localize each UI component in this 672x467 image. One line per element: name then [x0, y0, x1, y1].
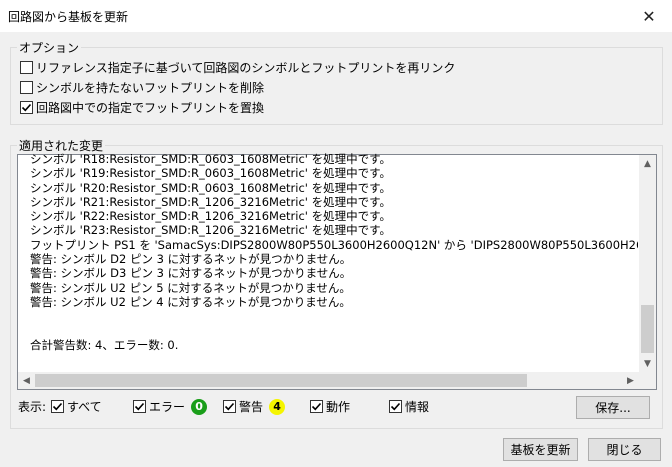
- option-replace-footprints-checkbox[interactable]: [20, 101, 33, 114]
- close-button[interactable]: 閉じる: [588, 438, 661, 461]
- log-line-warning: 警告: シンボル U2 ピン 4 に対するネットが見つかりません。: [30, 294, 351, 309]
- scroll-left-arrow-icon[interactable]: ◀: [18, 372, 35, 389]
- log-line-warning: 警告: シンボル D3 ピン 3 に対するネットが見つかりません。: [30, 266, 352, 281]
- log-line: シンボル 'R22:Resistor_SMD:R_1206_3216Metric…: [30, 209, 391, 224]
- checkmark-icon: [224, 402, 235, 411]
- checkmark-icon: [311, 402, 322, 411]
- filter-action-checkbox[interactable]: [310, 400, 323, 413]
- option-delete-footprints-label: シンボルを持たないフットプリントを削除: [36, 81, 265, 95]
- title-bar: 回路図から基板を更新 ✕: [0, 0, 672, 32]
- save-button[interactable]: 保存...: [576, 396, 650, 419]
- scroll-right-arrow-icon[interactable]: ▶: [622, 372, 639, 389]
- filter-warning-checkbox[interactable]: [223, 400, 236, 413]
- filter-info[interactable]: 情報: [389, 398, 429, 415]
- log-line: シンボル 'R19:Resistor_SMD:R_0603_1608Metric…: [30, 166, 391, 181]
- log-line-warning: 警告: シンボル D2 ピン 3 に対するネットが見つかりません。: [30, 252, 352, 267]
- checkmark-icon: [52, 402, 63, 411]
- display-label: 表示:: [18, 400, 47, 414]
- log-summary: 合計警告数: 4、エラー数: 0.: [30, 338, 179, 353]
- horizontal-scroll-thumb[interactable]: [35, 374, 527, 387]
- log-line: シンボル 'R20:Resistor_SMD:R_0603_1608Metric…: [30, 180, 391, 195]
- close-icon[interactable]: ✕: [626, 0, 672, 32]
- filter-error[interactable]: エラー 0: [133, 398, 208, 415]
- filter-action-label: 動作: [326, 400, 351, 414]
- window-title: 回路図から基板を更新: [8, 10, 129, 24]
- filter-all-checkbox[interactable]: [51, 400, 64, 413]
- option-delete-footprints-checkbox[interactable]: [20, 81, 33, 94]
- update-board-button[interactable]: 基板を更新: [503, 438, 578, 461]
- log-lines: シンボル 'R18:Resistor_SMD:R_0603_1608Metric…: [30, 152, 638, 371]
- scrollbar-corner: [639, 372, 656, 389]
- filter-info-label: 情報: [405, 400, 430, 414]
- scroll-down-arrow-icon[interactable]: ▼: [639, 355, 656, 372]
- option-replace-footprints-label: 回路図中での指定でフットプリントを置換: [36, 101, 265, 115]
- changes-log[interactable]: シンボル 'R18:Resistor_SMD:R_0603_1608Metric…: [17, 152, 657, 390]
- option-relink-row[interactable]: リファレンス指定子に基づいて回路図のシンボルとフットプリントを再リンク: [20, 59, 455, 76]
- option-relink-label: リファレンス指定子に基づいて回路図のシンボルとフットプリントを再リンク: [36, 61, 456, 75]
- error-count-badge: 0: [191, 398, 208, 415]
- checkmark-icon: [21, 103, 32, 112]
- filter-action[interactable]: 動作: [310, 398, 350, 415]
- checkmark-icon: [390, 402, 401, 411]
- vertical-scrollbar[interactable]: ▲ ▼: [639, 155, 656, 372]
- log-line: シンボル 'R21:Resistor_SMD:R_1206_3216Metric…: [30, 194, 391, 209]
- option-relink-checkbox[interactable]: [20, 61, 33, 74]
- filter-all[interactable]: すべて: [51, 398, 102, 415]
- log-line: シンボル 'R23:Resistor_SMD:R_1206_3216Metric…: [30, 223, 391, 238]
- filter-warning-label: 警告: [239, 400, 264, 414]
- checkmark-icon: [134, 402, 145, 411]
- scroll-up-arrow-icon[interactable]: ▲: [639, 155, 656, 172]
- log-line: フットプリント PS1 を 'SamacSys:DIPS2800W80P550L…: [30, 237, 638, 252]
- filter-error-label: エラー: [149, 400, 186, 414]
- log-line-warning: 警告: シンボル U2 ピン 5 に対するネットが見つかりません。: [30, 280, 351, 295]
- filter-info-checkbox[interactable]: [389, 400, 402, 413]
- option-delete-footprints-row[interactable]: シンボルを持たないフットプリントを削除: [20, 79, 264, 96]
- filter-error-checkbox[interactable]: [133, 400, 146, 413]
- warning-count-badge: 4: [269, 398, 286, 415]
- log-line: シンボル 'R18:Resistor_SMD:R_0603_1608Metric…: [30, 152, 391, 166]
- horizontal-scrollbar[interactable]: ◀ ▶: [18, 372, 639, 389]
- vertical-scroll-thumb[interactable]: [641, 305, 654, 353]
- option-replace-footprints-row[interactable]: 回路図中での指定でフットプリントを置換: [20, 99, 264, 116]
- options-group-label: オプション: [17, 39, 82, 56]
- filter-warning[interactable]: 警告 4: [223, 398, 286, 415]
- filter-all-label: すべて: [67, 400, 102, 414]
